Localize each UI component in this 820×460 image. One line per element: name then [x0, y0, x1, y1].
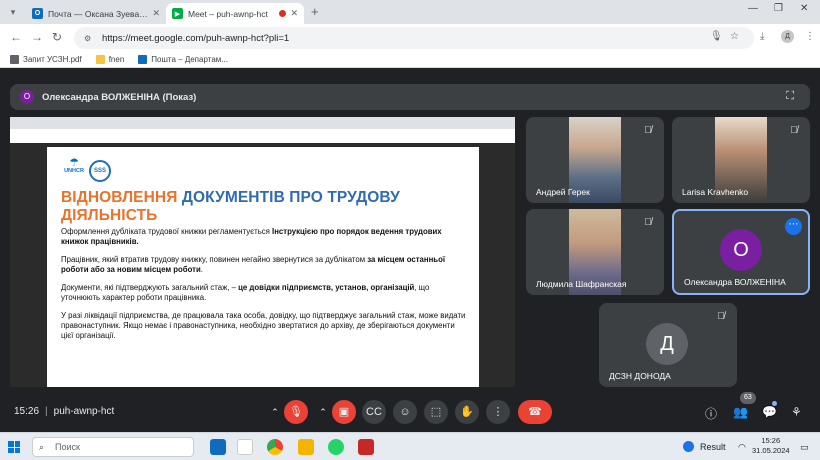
- microphone-icon[interactable]: 🎙: [710, 31, 723, 42]
- browser-tab-strip: ▾ O Почта — Оксана Зуева — Outl ✕ ▶ Meet…: [0, 0, 820, 24]
- participant-avatar: О: [720, 229, 762, 271]
- bookmark-item[interactable]: Запит УСЗН.pdf: [10, 55, 82, 64]
- participant-tile[interactable]: Д 🎙̸ ДСЗН ДОНОДА: [599, 303, 737, 387]
- presenter-bar: О Олександра ВОЛЖЕНІНА (Показ) ⛶: [10, 84, 810, 110]
- app-icon[interactable]: [358, 439, 374, 455]
- minimize-button[interactable]: —: [748, 3, 758, 14]
- bookmark-item[interactable]: fnen: [95, 55, 124, 64]
- more-options-icon[interactable]: ⋯: [785, 218, 802, 235]
- camera-off-button[interactable]: ▣: [332, 400, 356, 424]
- bookmark-item[interactable]: Пошта – Департам...: [138, 55, 228, 64]
- participant-tile[interactable]: 🎙̸ Людмила Шафранская: [526, 209, 664, 295]
- close-window-button[interactable]: ✕: [800, 3, 808, 14]
- presenter-name: Олександра ВОЛЖЕНІНА (Показ): [42, 91, 197, 103]
- app-icon[interactable]: [237, 439, 253, 455]
- mic-off-button[interactable]: 🎙: [284, 400, 308, 424]
- shared-browser-address: [10, 129, 515, 143]
- outlook-icon: O: [32, 8, 43, 19]
- close-icon[interactable]: ✕: [290, 8, 298, 19]
- search-icon: ⌕: [39, 442, 45, 452]
- forward-button[interactable]: →: [31, 30, 43, 44]
- pdf-icon: [10, 55, 19, 64]
- chat-notification-dot: [772, 401, 777, 406]
- chrome-app-icon[interactable]: [267, 439, 283, 455]
- reactions-button[interactable]: ☺: [393, 400, 417, 424]
- telegram-app-icon[interactable]: [210, 439, 226, 455]
- shared-browser-tabs: [10, 117, 515, 129]
- download-icon[interactable]: ⤓: [760, 31, 764, 42]
- notifications-icon[interactable]: ▭: [800, 442, 809, 453]
- mic-off-icon: 🎙̸: [644, 125, 652, 136]
- activities-icon[interactable]: ⚘: [791, 405, 802, 419]
- participant-avatar: Д: [646, 323, 688, 365]
- maximize-button[interactable]: ❐: [774, 3, 783, 14]
- tab-search-icon[interactable]: ▾: [6, 5, 20, 19]
- more-options-button[interactable]: ⋮: [486, 400, 510, 424]
- meet-icon: ▶: [172, 8, 183, 19]
- menu-icon[interactable]: ⋮: [805, 31, 815, 42]
- whatsapp-app-icon[interactable]: [328, 439, 344, 455]
- tab-outlook[interactable]: O Почта — Оксана Зуева — Outl ✕: [26, 3, 166, 24]
- close-icon[interactable]: ✕: [152, 8, 160, 19]
- participant-tile-active[interactable]: О ⋯ Олександра ВОЛЖЕНІНА: [672, 209, 810, 295]
- browser-toolbar: ← → ↻ ⚙ https://meet.google.com/puh-awnp…: [0, 24, 820, 52]
- captions-button[interactable]: CC: [362, 400, 386, 424]
- profile-avatar[interactable]: Д: [781, 30, 794, 43]
- participant-tile[interactable]: 🎙̸ Андрей Герек: [526, 117, 664, 203]
- meeting-info: 15:26 | puh-awnp-hct: [14, 406, 115, 417]
- url-text: https://meet.google.com/puh-awnp-hct?pli…: [102, 32, 290, 44]
- fullscreen-icon[interactable]: ⛶: [786, 90, 794, 103]
- slide-logos: ☂ UNHCR SSS: [63, 157, 467, 185]
- taskbar-search[interactable]: ⌕ Поиск: [32, 437, 194, 457]
- presenter-avatar: О: [20, 90, 34, 104]
- participant-tile[interactable]: 🎙̸ Larisa Kravhenko: [672, 117, 810, 203]
- windows-taskbar: ⌕ Поиск Result ◠ 15:26 31.05.2024 ▭: [0, 432, 820, 460]
- tab-title: Meet – puh-awnp-hct: [188, 8, 268, 19]
- recording-icon: [279, 10, 287, 17]
- people-icon[interactable]: 👥: [733, 405, 748, 419]
- chat-icon[interactable]: 💬: [762, 405, 777, 419]
- site-info-icon[interactable]: ⚙: [84, 34, 94, 43]
- slide-paragraph: У разі ліквідації підприємства, де працю…: [61, 311, 466, 340]
- new-tab-button[interactable]: +: [311, 4, 319, 19]
- presentation-slide: ☂ UNHCR SSS ВІДНОВЛЕННЯ ДОКУМЕНТІВ ПРО Т…: [47, 147, 479, 387]
- meeting-code: puh-awnp-hct: [53, 406, 115, 417]
- address-bar[interactable]: ⚙ https://meet.google.com/puh-awnp-hct?p…: [74, 27, 754, 49]
- shared-screen: ☂ UNHCR SSS ВІДНОВЛЕННЯ ДОКУМЕНТІВ ПРО Т…: [10, 117, 515, 387]
- bookmark-star-icon[interactable]: ☆: [730, 31, 739, 42]
- mic-off-icon: 🎙̸: [644, 217, 652, 228]
- folder-icon: [95, 55, 105, 64]
- mic-off-icon: 🎙̸: [790, 125, 798, 136]
- outlook-icon: [138, 55, 148, 64]
- raise-hand-button[interactable]: ✋: [455, 400, 479, 424]
- present-button[interactable]: ⬚: [424, 400, 448, 424]
- participants-count-badge: 63: [740, 392, 756, 404]
- slide-title: ВІДНОВЛЕННЯ ДОКУМЕНТІВ ПРО ТРУДОВУ ДІЯЛЬ…: [61, 189, 400, 224]
- windows-start-icon[interactable]: [8, 441, 20, 453]
- reload-button[interactable]: ↻: [52, 30, 62, 44]
- tab-meet[interactable]: ▶ Meet – puh-awnp-hct ✕: [166, 3, 304, 24]
- tab-title: Почта — Оксана Зуева — Outl: [48, 8, 148, 19]
- mic-off-icon: 🎙̸: [717, 311, 725, 322]
- slide-paragraph: Працівник, який втратив трудову книжку, …: [61, 255, 446, 274]
- taskbar-clock[interactable]: 15:26 31.05.2024: [752, 436, 790, 456]
- mic-options-button[interactable]: ⌃: [268, 400, 282, 424]
- unhcr-logo: ☂ UNHCR: [64, 157, 84, 174]
- slide-paragraph: Документи, які підтверджують загальний с…: [61, 283, 430, 302]
- leave-call-button[interactable]: ☎: [518, 400, 552, 424]
- back-button[interactable]: ←: [10, 30, 22, 44]
- meet-header: О Олександра ВОЛЖЕНІНА (Показ) ⛶: [0, 68, 820, 110]
- file-explorer-icon[interactable]: [298, 439, 314, 455]
- meet-control-bar: 15:26 | puh-awnp-hct ⌃ 🎙 ⌃ ▣ CC ☺ ⬚ ✋ ⋮ ☎ …: [0, 398, 820, 428]
- weather-icon: [683, 441, 694, 452]
- camera-options-button[interactable]: ⌃: [316, 400, 330, 424]
- weather-widget[interactable]: Result: [683, 441, 726, 452]
- bookmarks-bar: Запит УСЗН.pdf fnen Пошта – Департам...: [0, 52, 820, 68]
- meeting-details-icon[interactable]: ⓘ: [705, 405, 717, 422]
- sss-logo: SSS: [89, 160, 111, 182]
- network-icon[interactable]: ◠: [738, 442, 746, 453]
- slide-paragraph: Оформлення дубліката трудової книжки рег…: [61, 227, 442, 246]
- meeting-time: 15:26: [14, 406, 40, 417]
